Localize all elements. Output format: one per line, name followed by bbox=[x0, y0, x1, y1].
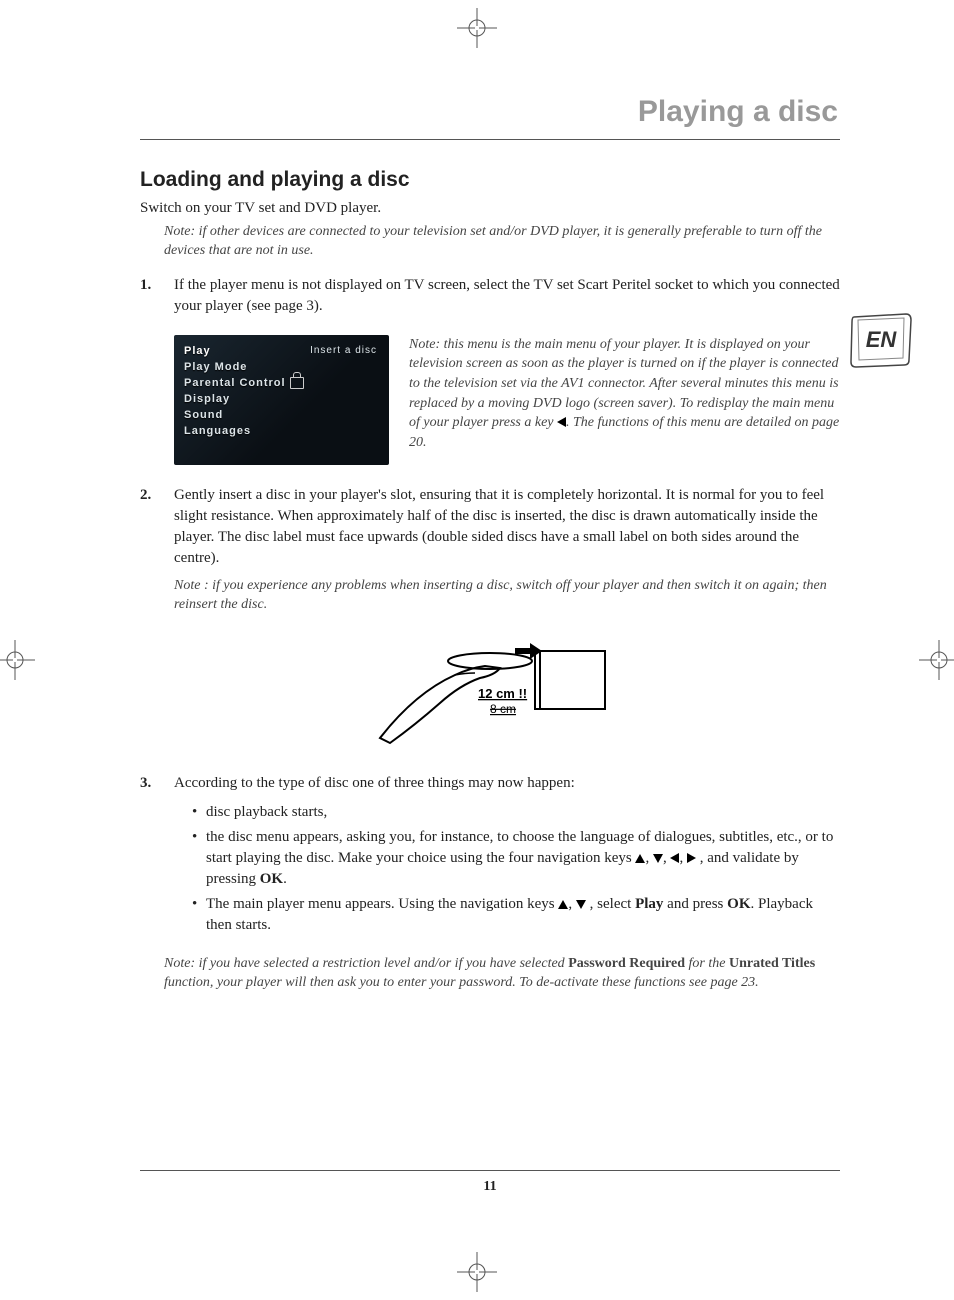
step-1: 1. If the player menu is not displayed o… bbox=[140, 275, 840, 317]
left-arrow-icon bbox=[670, 853, 679, 863]
step-2-note: Note : if you experience any problems wh… bbox=[174, 577, 840, 615]
bullet-main-menu: The main player menu appears. Using the … bbox=[192, 894, 840, 936]
svg-text:EN: EN bbox=[866, 327, 898, 352]
step-text: Gently insert a disc in your player's sl… bbox=[174, 487, 824, 566]
bullet-playback-starts: disc playback starts, bbox=[192, 802, 840, 823]
chapter-title: Playing a disc bbox=[140, 95, 840, 129]
svg-text:8 cm: 8 cm bbox=[490, 702, 516, 716]
left-arrow-icon bbox=[557, 417, 566, 427]
menu-note: Note: this menu is the main menu of your… bbox=[409, 335, 840, 453]
crop-mark-top bbox=[457, 8, 497, 48]
language-tab: EN bbox=[846, 312, 916, 377]
lock-icon bbox=[290, 377, 304, 389]
title-rule bbox=[140, 139, 840, 140]
right-arrow-icon bbox=[687, 853, 696, 863]
intro-note: Note: if other devices are connected to … bbox=[164, 223, 840, 261]
disc-insert-figure: 12 cm !! 8 cm bbox=[360, 633, 620, 753]
step-number: 1. bbox=[140, 275, 151, 296]
menu-item: Parental Control bbox=[184, 375, 379, 391]
menu-item: Display bbox=[184, 391, 379, 407]
step-number: 3. bbox=[140, 773, 151, 794]
crop-mark-right bbox=[919, 640, 954, 680]
down-arrow-icon bbox=[653, 854, 663, 863]
player-menu-screenshot: Insert a disc Play Play Mode Parental Co… bbox=[174, 335, 389, 465]
step-2: 2. Gently insert a disc in your player's… bbox=[140, 485, 840, 615]
menu-item: Play Mode bbox=[184, 359, 379, 375]
menu-right-label: Insert a disc bbox=[310, 345, 377, 356]
page-number: 11 bbox=[483, 1179, 496, 1194]
restriction-note: Note: if you have selected a restriction… bbox=[164, 954, 840, 993]
bullet-disc-menu: the disc menu appears, asking you, for i… bbox=[192, 827, 840, 890]
svg-text:12 cm !!: 12 cm !! bbox=[478, 686, 527, 701]
page-footer: 11 bbox=[140, 1170, 840, 1195]
intro-text: Switch on your TV set and DVD player. bbox=[140, 200, 840, 217]
step-number: 2. bbox=[140, 485, 151, 506]
crop-mark-bottom bbox=[457, 1252, 497, 1292]
step-text: According to the type of disc one of thr… bbox=[174, 775, 575, 791]
crop-mark-left bbox=[0, 640, 35, 680]
up-arrow-icon bbox=[635, 854, 645, 863]
step-3: 3. According to the type of disc one of … bbox=[140, 773, 840, 936]
down-arrow-icon bbox=[576, 900, 586, 909]
step-text: If the player menu is not displayed on T… bbox=[174, 277, 840, 314]
menu-item: Sound bbox=[184, 407, 379, 423]
section-title: Loading and playing a disc bbox=[140, 168, 840, 192]
menu-item: Languages bbox=[184, 423, 379, 439]
up-arrow-icon bbox=[558, 900, 568, 909]
